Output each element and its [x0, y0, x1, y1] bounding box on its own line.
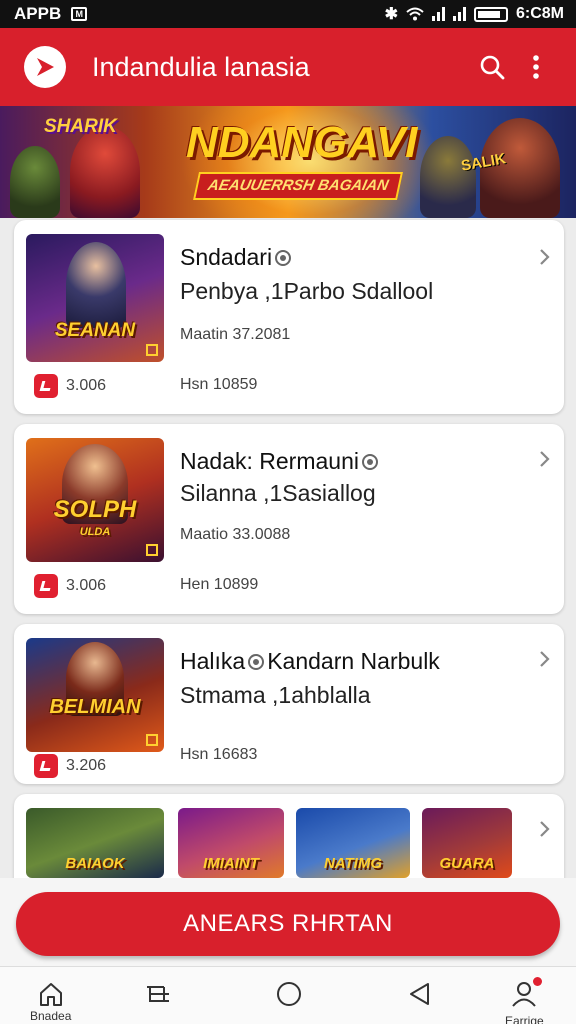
price-value: 3.206 [66, 757, 107, 774]
card-code: Hen 10899 [180, 576, 259, 593]
price-value: 3.006 [66, 577, 107, 594]
card-title-part2: Rermauni [259, 448, 359, 474]
cta-container: ANEARS RHRTAN [0, 878, 576, 966]
bluetooth-icon: ✱ [384, 6, 398, 23]
strip-caption: GUARA [439, 855, 495, 872]
banner-subtitle: AEAUUERRSH BAGAIAN [193, 172, 403, 200]
nav-system-home[interactable] [275, 981, 303, 1007]
thumbnail-caption: SEANAN [54, 320, 136, 341]
play-arrow-logo-icon[interactable] [24, 46, 66, 88]
signal-icon [431, 7, 445, 21]
nav-profile[interactable]: Earrige [505, 977, 544, 1024]
nav-home-label: Bnadea [30, 1009, 72, 1023]
card-subtitle: Stmama ,1ahblalla [180, 682, 371, 708]
strip-thumbnail[interactable]: IMIAINT [178, 808, 284, 878]
banner-hero-right-2 [420, 136, 476, 218]
app-title: Indandulia lanasia [92, 51, 310, 82]
game-thumbnail: SEANAN [26, 234, 164, 362]
wifi-icon [406, 7, 424, 21]
status-bar: APPB M ✱ 6:C8M [0, 0, 576, 28]
card-title-part2: Kandarn Narbulk [267, 648, 440, 674]
card-meta: Maatin 37.2081 [180, 326, 291, 343]
price-tag: 3.006 [34, 574, 106, 598]
chevron-right-icon[interactable] [538, 450, 550, 468]
signal-icon-2 [452, 7, 466, 21]
chevron-right-icon[interactable] [538, 650, 550, 668]
nav-home[interactable]: Bnadea [30, 981, 71, 1023]
nav-profile-label: Earrige [505, 1014, 544, 1024]
recent-apps-icon [147, 986, 169, 1002]
price-tag: 3.206 [34, 754, 106, 778]
card-title-part1: Nadak: [180, 448, 253, 474]
notification-badge [533, 977, 543, 986]
card-code: Hsn 16683 [180, 746, 258, 763]
card-subtitle: Penbya ,1Parbo Sdallool [180, 278, 434, 304]
thumbnail-caption: BELMIAN [49, 696, 141, 718]
strip-thumbnail[interactable]: GUARA [422, 808, 512, 878]
search-icon[interactable] [470, 45, 514, 89]
thumbnail-caption: SOLPH [53, 496, 137, 523]
home-icon [39, 983, 62, 1006]
promo-banner[interactable]: SHARIK NDANGAVI AEAUUERRSH BAGAIAN SALIK [0, 106, 576, 218]
strip-caption: NATIMG [323, 855, 383, 872]
battery-icon [473, 6, 508, 22]
app-bar: Indandulia lanasia [0, 28, 576, 106]
status-time: 6:C8M [515, 5, 564, 22]
verified-icon [361, 453, 378, 470]
bottom-nav-bar: Bnadea Earrige [0, 966, 576, 1024]
strip-caption: IMIAINT [203, 855, 259, 872]
strip-thumbnail[interactable]: NATIMG [296, 808, 410, 878]
banner-tag: SHARIK [44, 116, 117, 137]
nav-back[interactable] [406, 981, 434, 1007]
price-value: 3.006 [66, 377, 107, 394]
verified-icon [248, 653, 265, 670]
game-card-2[interactable]: SOLPH ULDA Nadak: Rermauni Silanna ,1Sas… [14, 424, 564, 614]
chevron-right-icon[interactable] [538, 248, 550, 266]
price-icon [34, 374, 58, 398]
game-thumbnail: BELMIAN [26, 638, 164, 752]
back-triangle-icon [410, 983, 429, 1005]
card-title-part1: Halıka [180, 648, 246, 674]
strip-thumbnail[interactable]: BAIAOK [26, 808, 164, 878]
game-card-1[interactable]: SEANAN Sndadari Penbya ,1Parbo Sdallool … [14, 220, 564, 414]
verified-icon [275, 249, 292, 266]
price-tag: 3.006 [34, 374, 106, 398]
primary-action-button[interactable]: ANEARS RHRTAN [16, 892, 560, 956]
chevron-right-icon[interactable] [538, 820, 550, 838]
nav-recent-apps[interactable] [144, 981, 172, 1007]
thumbnail-caption-2: ULDA [79, 526, 111, 538]
price-icon [34, 574, 58, 598]
banner-hero-left [70, 126, 140, 218]
circle-home-icon [277, 982, 301, 1006]
banner-hero-left-2 [10, 146, 60, 218]
card-subtitle: Silanna ,1Sasiallog [180, 480, 376, 506]
more-vertical-icon[interactable] [514, 45, 558, 89]
card-title: Sndadari [180, 244, 273, 270]
card-code: Hsn 10859 [180, 376, 258, 393]
price-icon [34, 754, 58, 778]
strip-caption: BAIAOK [65, 855, 125, 872]
status-left-label: APPB [14, 4, 62, 23]
card-meta: Maatio 33.0088 [180, 526, 291, 543]
game-thumbnail: SOLPH ULDA [26, 438, 164, 562]
notification-icon: M [71, 7, 88, 21]
banner-title: NDANGAVI [186, 118, 418, 167]
game-card-3[interactable]: BELMIAN Halıka Kandarn Narbulk Stmama ,1a… [14, 624, 564, 784]
